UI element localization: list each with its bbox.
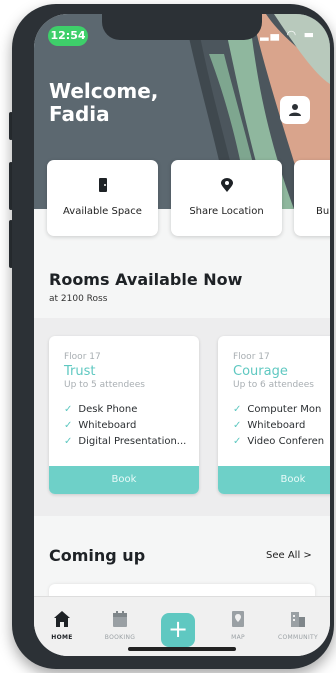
amenity-item: ✓ Whiteboard xyxy=(233,420,305,431)
room-card-courage[interactable]: Floor 17 Courage Up to 6 attendees ✓ Comp… xyxy=(218,336,330,494)
check-icon: ✓ xyxy=(64,404,73,415)
battery-icon: ▬ xyxy=(303,28,316,41)
amenity-item: ✓ Video Conferen xyxy=(233,436,324,447)
tab-community[interactable]: COMMUNITY xyxy=(270,597,326,656)
wifi-icon: ◠ xyxy=(286,28,299,41)
room-card-trust[interactable]: Floor 17 Trust Up to 5 attendees ✓ Desk P… xyxy=(49,336,199,494)
add-button[interactable]: + xyxy=(161,613,195,647)
check-icon: ✓ xyxy=(64,420,73,431)
room-floor: Floor 17 xyxy=(64,352,101,362)
amenity-item: ✓ Whiteboard xyxy=(64,420,136,431)
quick-action-label: Available Space xyxy=(63,206,142,217)
profile-button[interactable] xyxy=(280,96,310,124)
calendar-icon xyxy=(113,611,127,627)
quick-action-label: Bui xyxy=(316,206,330,217)
room-name: Courage xyxy=(233,364,288,379)
room-capacity: Up to 5 attendees xyxy=(64,380,145,390)
person-icon xyxy=(289,104,301,116)
rooms-section-title: Rooms Available Now xyxy=(49,270,243,289)
amenity-label: Desk Phone xyxy=(78,404,138,415)
quick-action-building[interactable]: Bui xyxy=(294,160,330,236)
quick-action-label: Share Location xyxy=(189,206,264,217)
amenity-label: Computer Mon xyxy=(247,404,322,415)
welcome-heading: Welcome, Fadia xyxy=(49,79,159,126)
check-icon: ✓ xyxy=(233,436,242,447)
room-floor: Floor 17 xyxy=(233,352,270,362)
quick-action-share-location[interactable]: Share Location xyxy=(171,160,282,236)
amenity-label: Whiteboard xyxy=(247,420,306,431)
home-indicator xyxy=(128,647,236,651)
check-icon: ✓ xyxy=(64,436,73,447)
app-screen: 12:54 ▂▄ ◠ ▬ Welcome, Fadia Available Sp… xyxy=(34,14,330,656)
community-icon xyxy=(291,612,305,627)
amenity-label: Digital Presentation... xyxy=(78,436,187,447)
tab-label: BOOKING xyxy=(104,634,136,641)
tab-home[interactable]: HOME xyxy=(34,597,90,656)
amenity-label: Whiteboard xyxy=(78,420,137,431)
amenity-label: Video Conferen xyxy=(247,436,325,447)
coming-up-title: Coming up xyxy=(49,546,146,565)
check-icon: ✓ xyxy=(233,404,242,415)
room-name: Trust xyxy=(64,364,96,379)
tab-label: COMMUNITY xyxy=(278,634,318,641)
map-icon xyxy=(232,611,244,627)
rooms-section-subtitle: at 2100 Ross xyxy=(49,294,108,304)
room-capacity: Up to 6 attendees xyxy=(233,380,314,390)
book-button[interactable]: Book xyxy=(49,466,199,494)
location-pin-icon xyxy=(220,178,233,192)
door-icon xyxy=(98,178,107,192)
status-icons: ▂▄ ◠ ▬ xyxy=(260,28,316,41)
book-button[interactable]: Book xyxy=(218,466,330,494)
tab-label: MAP xyxy=(231,634,245,641)
check-icon: ✓ xyxy=(233,420,242,431)
home-icon xyxy=(54,611,70,627)
amenity-item: ✓ Computer Mon xyxy=(233,404,321,415)
signal-icon: ▂▄ xyxy=(260,28,281,41)
see-all-link[interactable]: See All > xyxy=(266,550,312,561)
device-notch xyxy=(102,14,262,40)
tab-label: HOME xyxy=(51,634,73,641)
amenity-item: ✓ Digital Presentation... xyxy=(64,436,186,447)
quick-action-available-space[interactable]: Available Space xyxy=(47,160,158,236)
status-time: 12:54 xyxy=(48,26,88,46)
amenity-item: ✓ Desk Phone xyxy=(64,404,137,415)
